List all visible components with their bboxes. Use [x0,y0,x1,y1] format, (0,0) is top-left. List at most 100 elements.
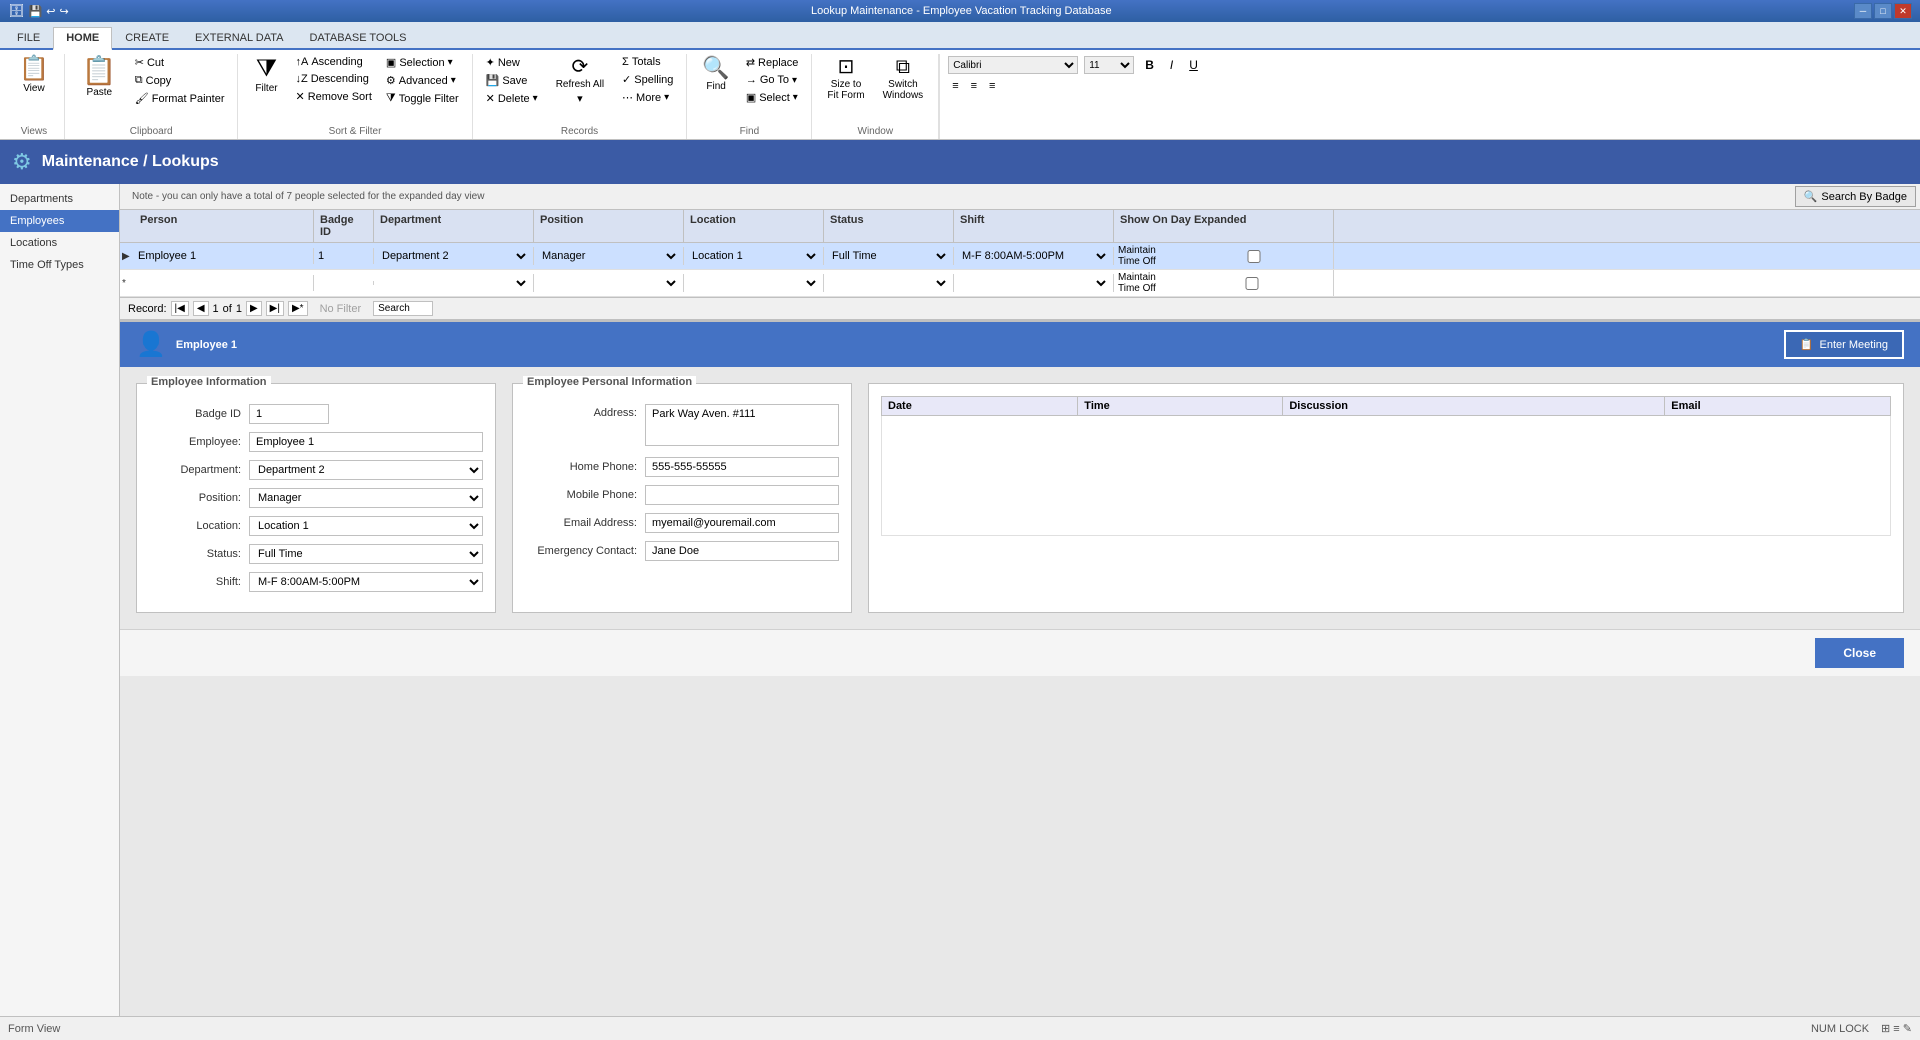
minimize-button[interactable]: ─ [1854,3,1872,19]
new-person-input[interactable] [138,277,309,289]
emergency-field[interactable] [645,541,839,561]
quick-access-undo[interactable]: ↩ [46,5,55,18]
sidebar-item-locations[interactable]: Locations [0,232,119,254]
view-button[interactable]: 📋 View [12,54,56,97]
quick-access-redo[interactable]: ↪ [59,5,68,18]
tab-home[interactable]: HOME [53,27,112,50]
shift-field[interactable]: M-F 8:00AM-5:00PM [249,572,483,592]
badge-id-field[interactable] [249,404,329,424]
new-cell-dept[interactable] [374,274,534,292]
new-cell-badge[interactable] [314,281,374,285]
dept-select[interactable]: Department 2 [378,249,529,263]
cell-badge[interactable] [314,248,374,264]
sidebar-item-employees[interactable]: Employees [0,210,119,232]
align-center-button[interactable]: ≡ [967,78,981,94]
maximize-button[interactable]: □ [1874,3,1892,19]
prev-record-button[interactable]: ◀ [193,301,209,316]
shift-select[interactable]: M-F 8:00AM-5:00PM [958,249,1109,263]
location-field[interactable]: Location 1 [249,516,483,536]
cell-location[interactable]: Location 1 [684,247,824,265]
person-input[interactable] [138,250,309,262]
font-size-select[interactable]: 11 [1084,56,1134,74]
find-button[interactable]: 🔍 Find [695,54,736,95]
cell-shift[interactable]: M-F 8:00AM-5:00PM [954,247,1114,265]
new-cell-person[interactable] [134,275,314,291]
tab-file[interactable]: FILE [4,27,53,48]
filter-button[interactable]: ⧩ Filter [246,54,286,97]
close-button[interactable]: ✕ [1894,3,1912,19]
status-field[interactable]: Full Time [249,544,483,564]
new-cell-location[interactable] [684,274,824,292]
toggle-filter-button[interactable]: ⧩ Toggle Filter [381,90,464,107]
size-fit-form-button[interactable]: ⊡ Size to Fit Form [820,54,871,104]
mobile-phone-field[interactable] [645,485,839,505]
refresh-all-button[interactable]: ⟳ Refresh All▾ [549,54,611,108]
align-right-button[interactable]: ≡ [985,78,999,94]
new-dept-select[interactable] [378,276,529,290]
cell-status[interactable]: Full Time [824,247,954,265]
delete-record-button[interactable]: ✕ Delete▾ [481,90,543,107]
cell-dept[interactable]: Department 2 [374,247,534,265]
department-field[interactable]: Department 2 [249,460,483,480]
ribbon-group-views: 📋 View Views [4,54,65,139]
tab-external-data[interactable]: EXTERNAL DATA [182,27,296,48]
new-record-button[interactable]: ✦ New [481,54,543,71]
sidebar-item-departments[interactable]: Departments [0,188,119,210]
next-record-button[interactable]: ▶ [246,301,262,316]
search-by-badge-button[interactable]: 🔍 Search By Badge [1795,186,1916,207]
view-icon: 📋 [19,57,49,81]
cell-person[interactable] [134,248,314,264]
new-position-select[interactable] [538,276,679,290]
email-field[interactable] [645,513,839,533]
align-left-button[interactable]: ≡ [948,78,962,94]
address-field[interactable]: Park Way Aven. #111 [645,404,839,446]
first-record-button[interactable]: |◀ [171,301,189,316]
location-select[interactable]: Location 1 [688,249,819,263]
employee-name-field[interactable] [249,432,483,452]
cut-button[interactable]: ✂ Cut [130,54,230,71]
tab-create[interactable]: CREATE [112,27,182,48]
format-painter-button[interactable]: 🖌 Format Painter [130,90,230,107]
sidebar-item-time-off-types[interactable]: Time Off Types [0,254,119,276]
new-status-select[interactable] [828,276,949,290]
copy-button[interactable]: ⧉ Copy [130,72,230,89]
enter-meeting-button[interactable]: 📋 Enter Meeting [1784,330,1904,359]
totals-button[interactable]: Σ Totals [617,54,678,70]
badge-input[interactable] [318,250,369,262]
search-input[interactable] [373,301,433,316]
new-record-nav-button[interactable]: ▶* [288,301,308,316]
new-cell-shift[interactable] [954,274,1114,292]
font-family-select[interactable]: Calibri [948,56,1078,74]
paste-button[interactable]: 📋 Paste [73,54,126,101]
quick-access-save[interactable]: 💾 [29,5,43,18]
new-cell-position[interactable] [534,274,684,292]
home-phone-field[interactable] [645,457,839,477]
spelling-button[interactable]: ✓ Spelling [617,71,678,88]
switch-windows-button[interactable]: ⧉ Switch Windows [876,54,931,104]
ascending-button[interactable]: ↑A Ascending [290,54,376,70]
descending-button[interactable]: ↓Z Descending [290,71,376,87]
maintain-checkbox[interactable] [1179,250,1329,263]
status-select[interactable]: Full Time [828,249,949,263]
more-records-button[interactable]: ⋯ More▾ [617,89,678,106]
position-select[interactable]: Manager [538,249,679,263]
new-shift-select[interactable] [958,276,1109,290]
new-maintain-checkbox[interactable] [1175,277,1329,290]
tab-database-tools[interactable]: DATABASE TOOLS [296,27,419,48]
bold-button[interactable]: B [1140,56,1159,74]
position-field[interactable]: Manager [249,488,483,508]
new-location-select[interactable] [688,276,819,290]
remove-sort-button[interactable]: ✕ Remove Sort [290,88,376,105]
new-cell-status[interactable] [824,274,954,292]
goto-button[interactable]: → Go To▾ [741,72,804,88]
last-record-button[interactable]: ▶| [266,301,284,316]
selection-button[interactable]: ▣ Selection▾ [381,54,464,71]
replace-button[interactable]: ⇄ Replace [741,54,804,71]
underline-button[interactable]: U [1184,56,1203,74]
advanced-button[interactable]: ⚙ Advanced▾ [381,72,464,89]
select-button[interactable]: ▣ Select▾ [741,89,804,106]
italic-button[interactable]: I [1165,56,1178,74]
cell-position[interactable]: Manager [534,247,684,265]
save-record-button[interactable]: 💾 Save [481,72,543,89]
close-button[interactable]: Close [1815,638,1904,668]
